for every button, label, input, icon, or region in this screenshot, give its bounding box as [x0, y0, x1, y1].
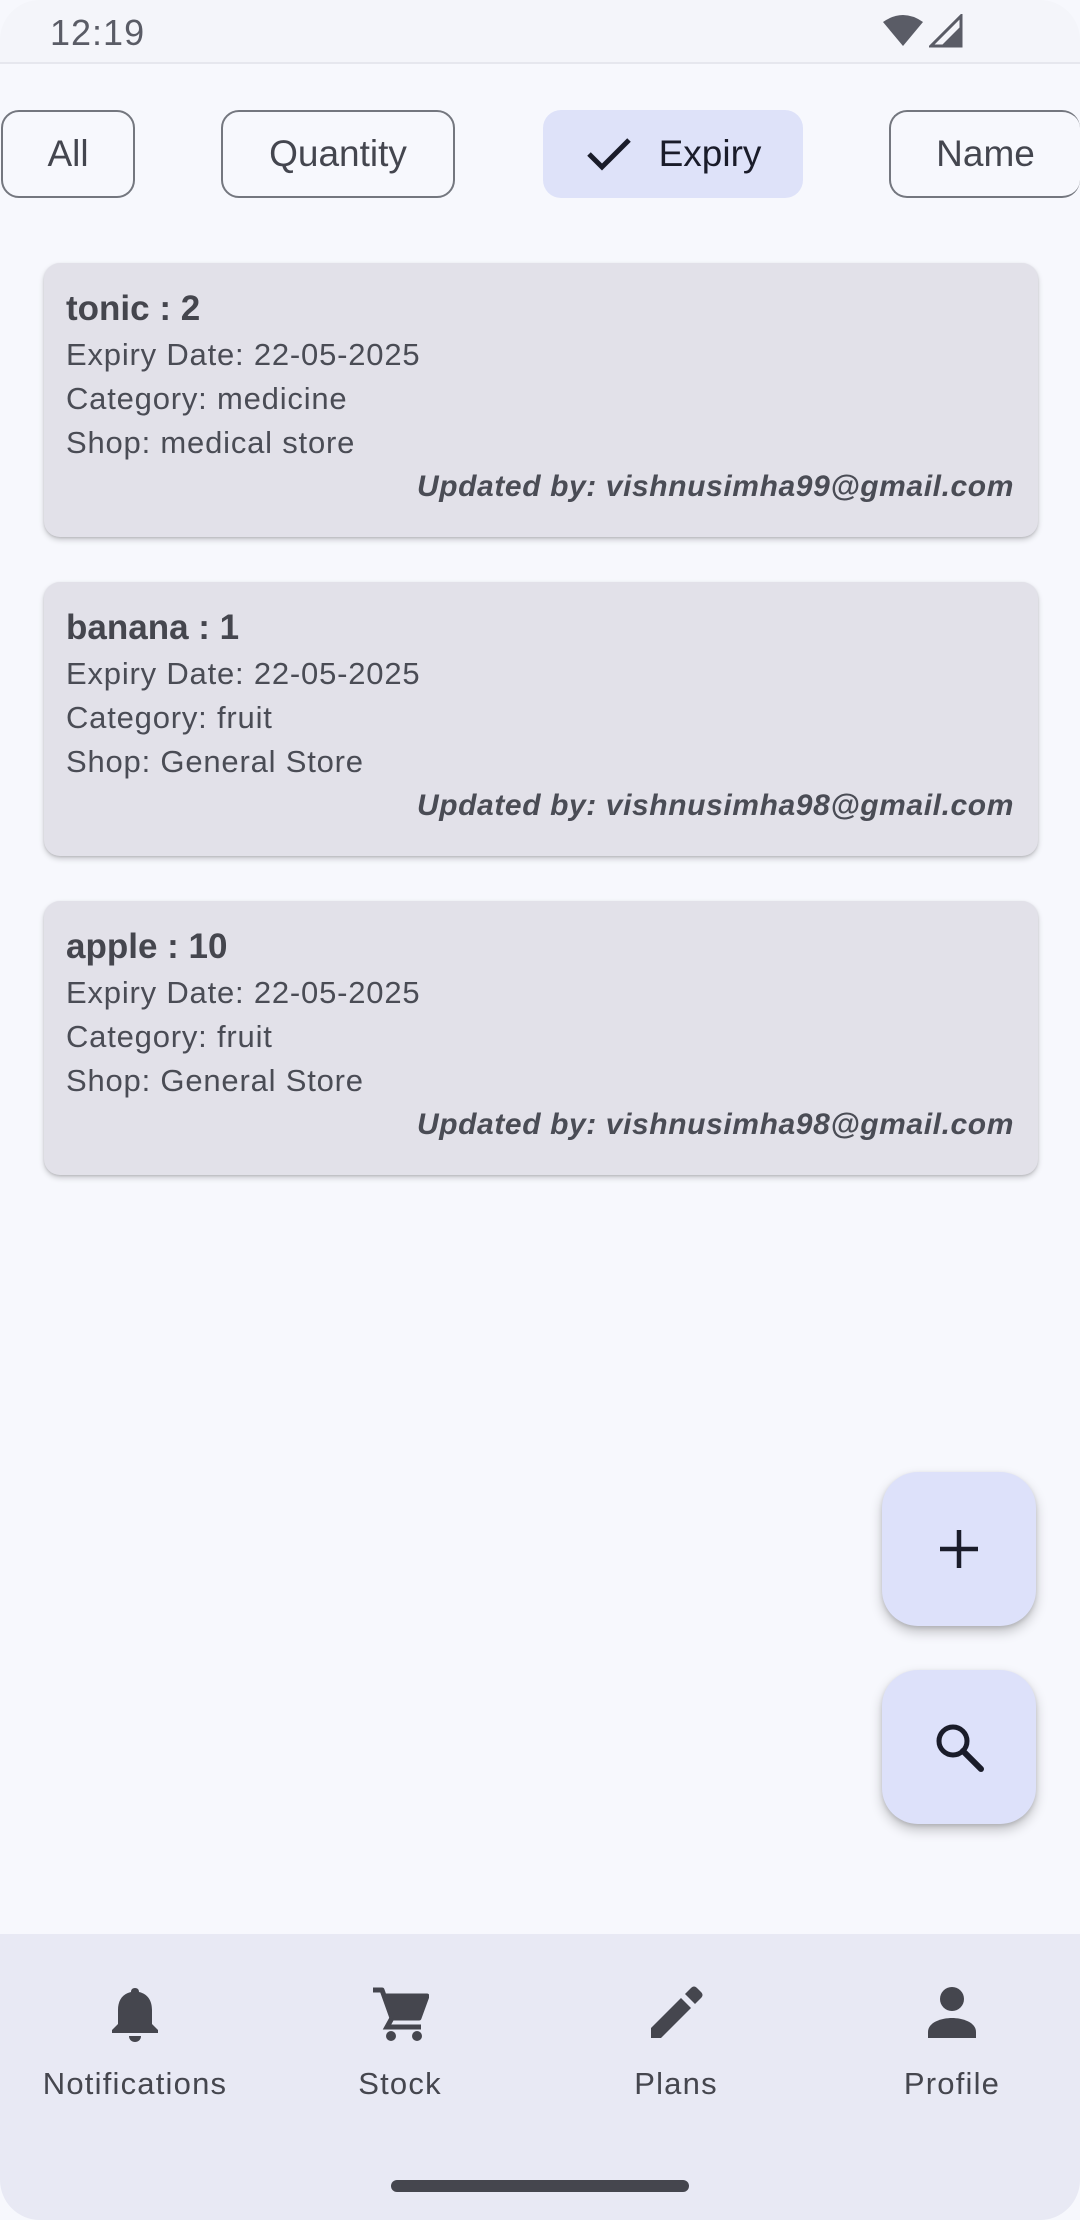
item-shop: Shop: General Store: [66, 744, 364, 779]
item-title: tonic : 2: [66, 289, 201, 328]
item-card[interactable]: apple : 10 Expiry Date: 22-05-2025 Categ…: [44, 901, 1038, 1175]
cart-icon: [265, 1986, 535, 2042]
item-category: Category: medicine: [66, 381, 348, 416]
check-icon: [585, 134, 633, 174]
status-time: 12:19: [50, 12, 146, 53]
signal-icon: [929, 14, 963, 48]
filter-chip-all[interactable]: All: [1, 110, 135, 198]
person-icon: [817, 1986, 1080, 2038]
nav-label: Profile: [903, 2066, 1001, 2101]
item-expiry: Expiry Date: 22-05-2025: [66, 337, 421, 372]
item-updated-by: Updated by: vishnusimha99@gmail.com: [416, 470, 1014, 503]
nav-item-notifications[interactable]: Notifications: [0, 1934, 270, 2134]
item-category: Category: fruit: [66, 1019, 273, 1054]
plus-icon: [940, 1530, 978, 1568]
item-title: apple : 10: [66, 927, 228, 966]
item-category: Category: fruit: [66, 700, 273, 735]
bell-icon: [0, 1986, 270, 2042]
nav-label: Plans: [634, 2066, 718, 2101]
item-shop: Shop: medical store: [66, 425, 356, 460]
nav-label: Notifications: [42, 2066, 228, 2101]
search-button[interactable]: [882, 1670, 1036, 1824]
item-expiry: Expiry Date: 22-05-2025: [66, 975, 421, 1010]
filter-chip-expiry[interactable]: Expiry: [543, 110, 803, 198]
item-expiry: Expiry Date: 22-05-2025: [66, 656, 421, 691]
pencil-icon: [541, 1986, 811, 2040]
item-card[interactable]: banana : 1 Expiry Date: 22-05-2025 Categ…: [44, 582, 1038, 856]
status-bar: 12:19: [0, 0, 1080, 64]
item-card[interactable]: tonic : 2 Expiry Date: 22-05-2025 Catego…: [44, 263, 1038, 537]
chip-label: All: [47, 133, 89, 174]
search-icon: [936, 1724, 984, 1772]
item-updated-by: Updated by: vishnusimha98@gmail.com: [416, 1108, 1014, 1141]
filter-chip-quantity[interactable]: Quantity: [221, 110, 455, 198]
nav-item-profile[interactable]: Profile: [817, 1934, 1080, 2134]
status-icons: [881, 14, 963, 48]
add-item-button[interactable]: [882, 1472, 1036, 1626]
nav-item-plans[interactable]: Plans: [541, 1934, 811, 2134]
filter-chip-name[interactable]: Name: [889, 110, 1080, 198]
home-indicator[interactable]: [391, 2180, 689, 2192]
item-title: banana : 1: [66, 608, 240, 647]
chip-label: Expiry: [658, 133, 762, 174]
bottom-navigation: Notifications Stock Plans Profile: [0, 1934, 1080, 2220]
chip-label: Name: [936, 133, 1035, 174]
nav-item-stock[interactable]: Stock: [265, 1934, 535, 2134]
item-shop: Shop: General Store: [66, 1063, 364, 1098]
item-updated-by: Updated by: vishnusimha98@gmail.com: [416, 789, 1014, 822]
chip-label: Quantity: [269, 133, 407, 174]
wifi-icon: [883, 15, 923, 46]
nav-label: Stock: [358, 2066, 442, 2101]
